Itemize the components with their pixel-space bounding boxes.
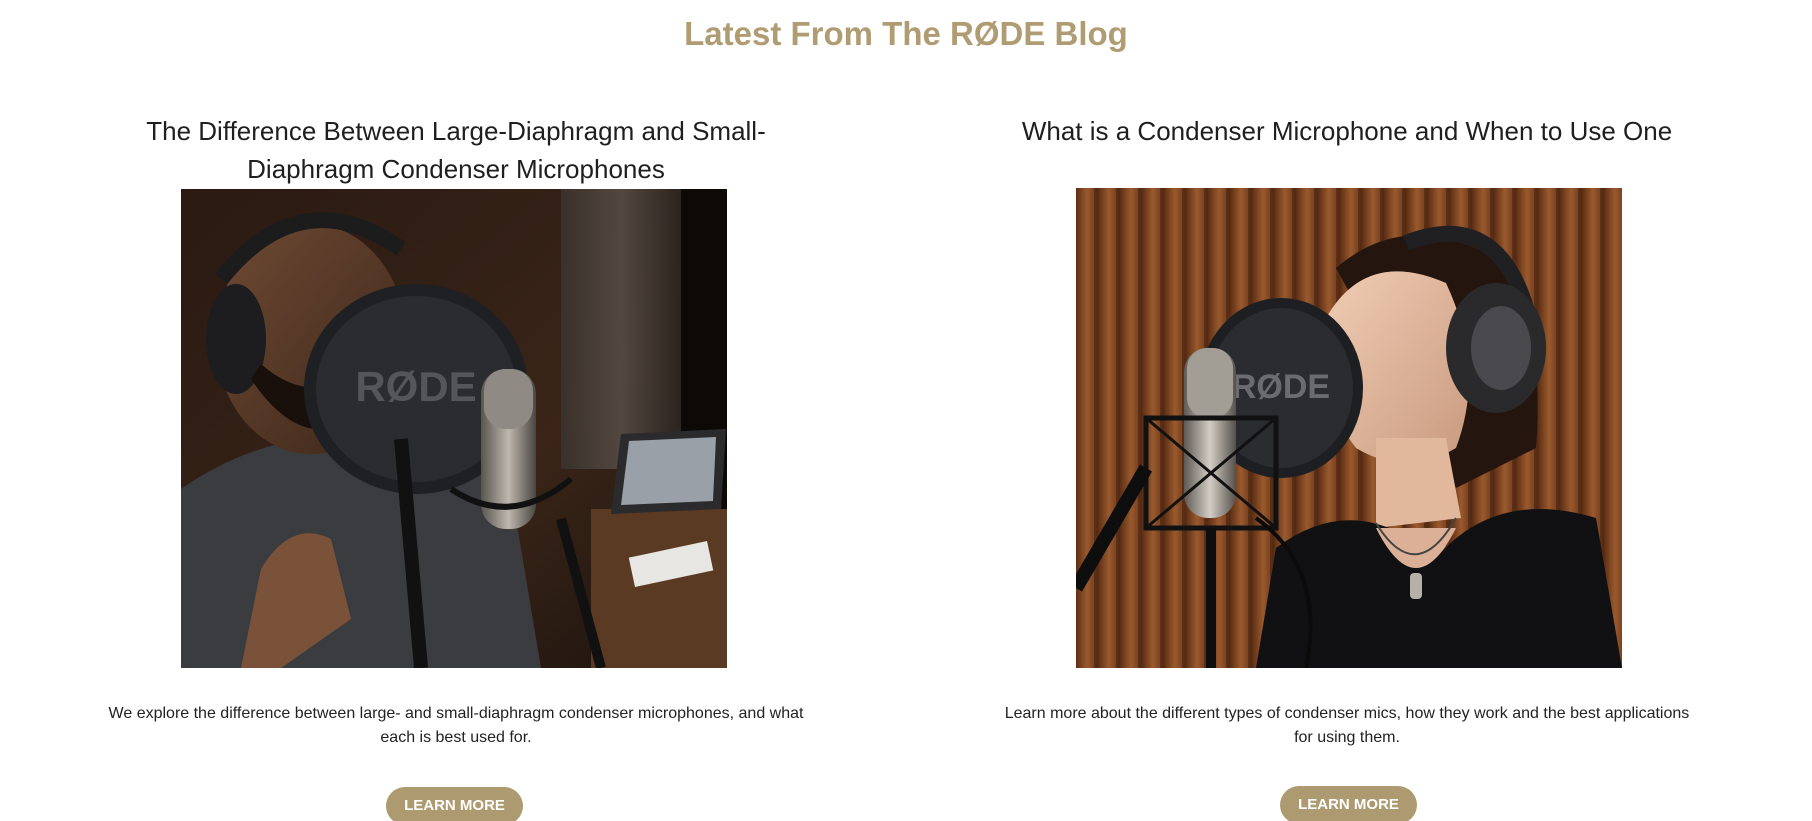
blog-card-title[interactable]: The Difference Between Large-Diaphragm a… xyxy=(136,112,776,188)
learn-more-button[interactable]: LEARN MORE xyxy=(1280,786,1417,821)
female-singer-photo: RØDE xyxy=(1076,188,1622,668)
learn-more-button[interactable]: LEARN MORE xyxy=(386,787,523,821)
blog-card-description: Learn more about the different types of … xyxy=(1004,705,1690,746)
blog-card: What is a Condenser Microphone and When … xyxy=(997,112,1697,821)
rode-logo: RØDE xyxy=(355,363,476,410)
blog-card-description: We explore the difference between large-… xyxy=(108,705,804,746)
male-singer-photo: RØDE xyxy=(181,189,727,668)
blog-card: The Difference Between Large-Diaphragm a… xyxy=(106,112,806,821)
rode-logo: RØDE xyxy=(1232,368,1330,406)
blog-card-title[interactable]: What is a Condenser Microphone and When … xyxy=(997,112,1697,188)
section-title: Latest From The RØDE Blog xyxy=(684,15,1128,52)
blog-card-image[interactable]: RØDE xyxy=(181,189,727,668)
blog-section: Latest From The RØDE Blog The Difference… xyxy=(0,0,1812,821)
blog-card-image[interactable]: RØDE xyxy=(1076,188,1622,668)
